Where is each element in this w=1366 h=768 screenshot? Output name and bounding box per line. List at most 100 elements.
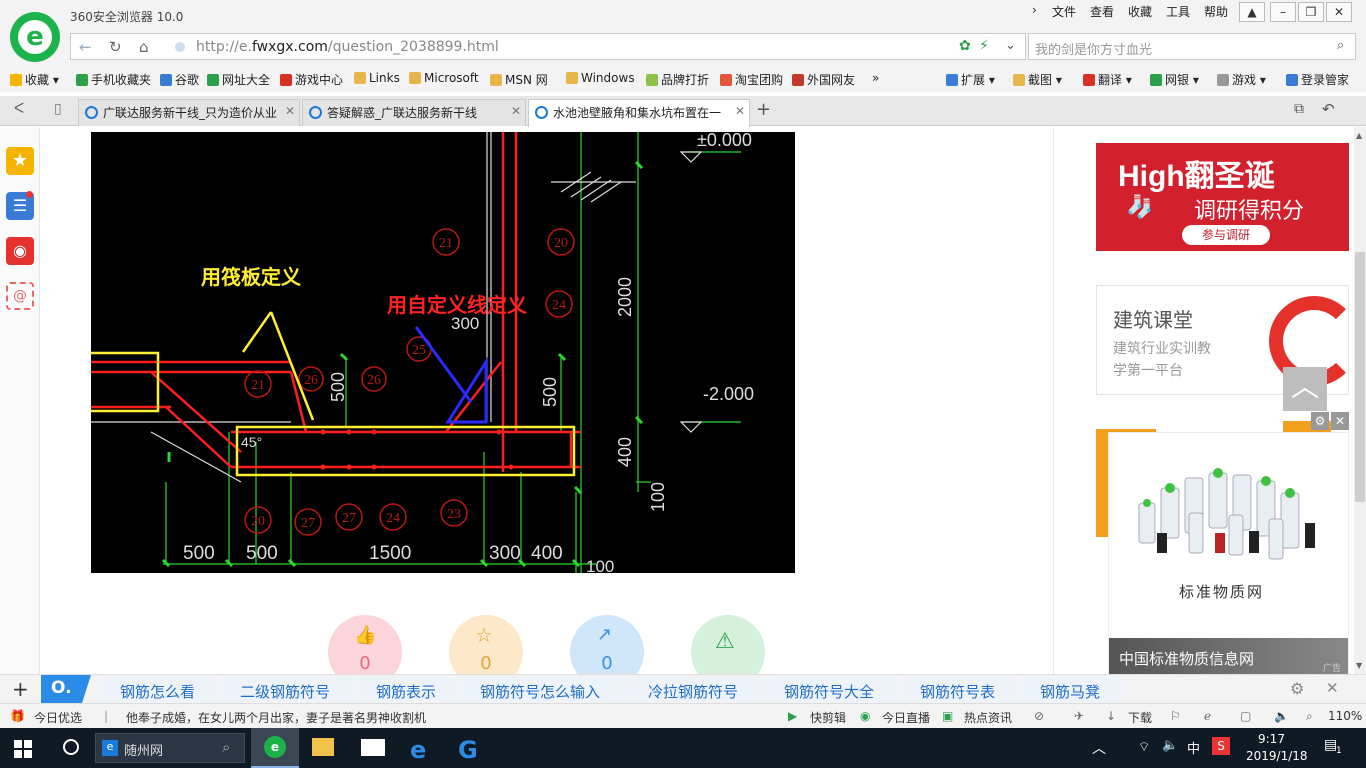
browser-logo[interactable]: e [10,12,60,62]
tab-list-icon[interactable]: ⧉ [1294,101,1304,117]
bookmark-item[interactable]: 淘宝团购 [720,71,783,88]
hot-search-link[interactable]: 二级钢筋符号 [240,681,330,702]
chevron-down-icon[interactable]: ⌄ [1005,38,1016,53]
toolbar-login[interactable]: 登录管家 [1286,71,1349,88]
bookmark-item[interactable]: Microsoft [409,71,479,85]
hot-search-link[interactable]: 钢筋怎么看 [120,681,195,702]
status-quick-edit[interactable]: 快剪辑 [810,709,846,726]
add-icon[interactable]: + [12,677,29,701]
close-button[interactable]: ✕ [1326,2,1352,22]
status-live[interactable]: 今日直播 [882,709,930,726]
share-button[interactable]: ↗ 0 [570,615,644,674]
hot-search-link[interactable]: 钢筋表示 [376,681,436,702]
home-icon[interactable]: ⌂ [139,38,149,56]
taskbar-360-browser[interactable]: e [251,728,299,768]
speed-test-icon[interactable]: ⊘ [1034,709,1044,723]
close-icon[interactable]: ✕ [1326,679,1339,697]
ad-close-icon[interactable]: ✕ [1331,412,1349,430]
status-download[interactable]: 下载 [1128,709,1152,726]
bookmark-item[interactable]: 外国网友 [792,71,855,88]
bookmark-item[interactable]: 手机收藏夹 [76,71,151,88]
pin-tool-icon[interactable]: ✈ [1074,709,1084,723]
ad-settings-icon[interactable]: ⚙ [1311,412,1329,430]
mail-app-icon[interactable] [361,739,385,756]
app-g-icon[interactable]: G [458,736,478,764]
wifi-icon[interactable]: ⌔ [1138,739,1150,755]
favorite-button[interactable]: ☆ 0 [449,615,523,674]
speed-icon[interactable]: ✿ [959,38,971,54]
window-icon[interactable]: ▢ [1240,709,1251,723]
clock-time[interactable]: 9:17 [1258,732,1285,746]
taskbar-search-box[interactable]: e 随州网 ⌕ [95,733,245,763]
download-icon[interactable]: ↓ [1106,709,1116,723]
bookmark-item[interactable]: Windows [566,71,635,85]
bookmark-item[interactable]: Links [354,71,400,85]
volume-icon[interactable]: 🔈 [1274,709,1289,723]
toolbar-extension[interactable]: 扩展 ▾ [946,71,995,88]
tab-3-active[interactable]: 水池池壁腋角和集水坑布置在一 ✕ [528,99,750,127]
ie-mode-icon[interactable]: ℯ [1204,709,1211,723]
weibo-icon[interactable]: ◉ [6,237,34,265]
search-icon[interactable]: ⌕ [1337,38,1344,53]
tab-close-icon[interactable]: ✕ [285,104,295,118]
today-picks[interactable]: 今日优选 [34,709,82,726]
bookmark-item[interactable]: 游戏中心 [280,71,343,88]
toolbar-screenshot[interactable]: 截图 ▾ [1013,71,1062,88]
phone-icon[interactable]: ▯ [54,101,62,117]
back-icon[interactable]: ← [79,38,92,56]
bookmark-item[interactable]: 网址大全 [207,71,270,88]
bookmark-item[interactable]: 品牌打折 [646,71,709,88]
menu-help[interactable]: 帮助 [1204,3,1228,20]
more-chevron-icon[interactable]: » [872,71,879,85]
bookmark-item[interactable]: 收藏 ▾ [10,71,59,88]
restore-button[interactable]: ❐ [1298,2,1324,22]
windows-start-icon[interactable] [14,740,32,758]
flag-icon[interactable]: ⚐ [1170,709,1181,723]
hot-search-link[interactable]: 钢筋符号表 [920,681,995,702]
new-tab-button[interactable]: + [756,99,771,120]
zoom-icon[interactable]: ⌕ [1306,709,1313,724]
hot-search-link[interactable]: 钢筋符号大全 [784,681,874,702]
report-button[interactable]: ⚠ [691,615,765,674]
toolbar-bank[interactable]: 网银 ▾ [1150,71,1199,88]
tab-1[interactable]: 广联达服务新干线_只为造价从业 ✕ [78,99,300,126]
ad1-button[interactable]: 参与调研 [1182,225,1270,245]
hot-search-link[interactable]: 钢筋马凳 [1040,681,1100,702]
settings-gear-icon[interactable]: ⚙ [1290,679,1304,698]
menu-tools[interactable]: 工具 [1166,3,1190,20]
back-to-top-button[interactable]: ︿ [1283,367,1327,411]
scrollbar-thumb[interactable] [1355,252,1365,502]
tab-close-icon[interactable]: ✕ [511,104,521,118]
clock-date[interactable]: 2019/1/18 [1246,749,1308,763]
ad-standard-materials[interactable]: 标准物质网 中国标准物质信息网 广告 [1108,432,1349,674]
search-logo-icon[interactable]: O. [41,675,91,703]
tray-chevron-up-icon[interactable]: ︿ [1092,738,1106,758]
sidebar-toggle-icon[interactable]: ᐸ [14,101,24,117]
hot-search-link[interactable]: 冷拉钢筋符号 [648,681,738,702]
bookmark-item[interactable]: MSN 网 [490,71,548,88]
sogou-icon[interactable]: S [1212,737,1230,755]
hot-search-link[interactable]: 钢筋符号怎么输入 [480,681,600,702]
tab-2[interactable]: 答疑解惑_广联达服务新干线 ✕ [302,99,526,126]
ime-indicator[interactable]: 中 [1187,738,1200,757]
mail-icon[interactable]: @ [6,282,34,310]
url-text[interactable]: http://e.fwxgx.com/question_2038899.html [196,39,499,55]
address-bar[interactable]: ← ↻ ⌂ http://e.fwxgx.com/question_203889… [70,33,1026,60]
toolbar-translate[interactable]: 翻译 ▾ [1083,71,1132,88]
refresh-icon[interactable]: ↻ [109,38,122,56]
zoom-level[interactable]: 110% [1328,709,1362,723]
pin-icon[interactable]: ▲ [1239,2,1265,22]
bookmark-item[interactable]: 谷歌 [160,71,199,88]
toolbar-game[interactable]: 游戏 ▾ [1217,71,1266,88]
like-button[interactable]: 👍 0 [328,615,402,674]
vertical-scrollbar[interactable]: ▲ ▼ [1354,127,1366,674]
tab-close-icon[interactable]: ✕ [735,104,745,118]
news-ticker[interactable]: 他奉子成婚，在女儿两个月出家，妻子是著名男神收割机 [126,709,426,726]
scroll-down-icon[interactable]: ▼ [1356,661,1362,670]
menu-favorites[interactable]: 收藏 [1128,3,1152,20]
cortana-icon[interactable] [63,739,79,755]
menu-file[interactable]: 文件 [1052,3,1076,20]
chevron-right-icon[interactable]: › [1032,3,1037,17]
undo-icon[interactable]: ↶ [1322,100,1335,118]
minimize-button[interactable]: – [1270,2,1296,22]
